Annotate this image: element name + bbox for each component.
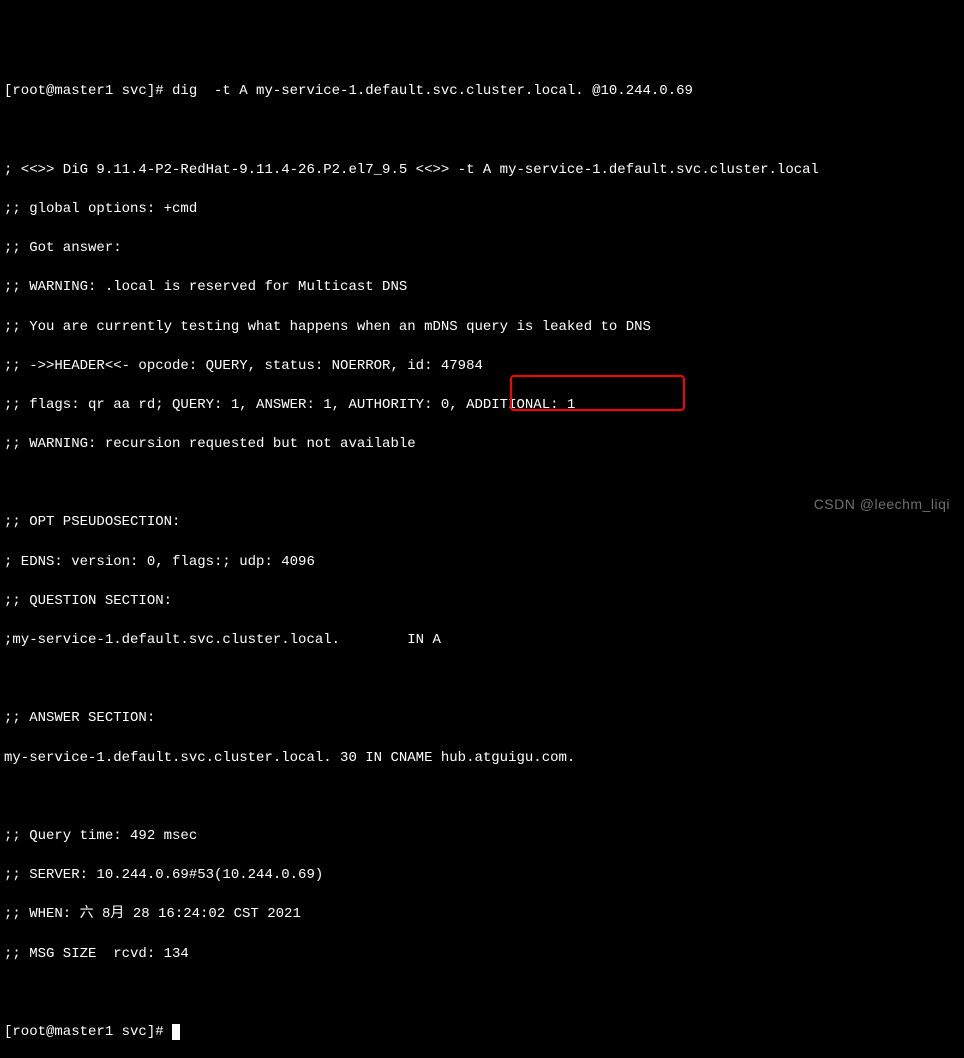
output-line: ;; Got answer:: [4, 239, 960, 259]
command-line-1: [root@master1 svc]# dig -t A my-service-…: [4, 82, 960, 102]
output-line: ;; WARNING: .local is reserved for Multi…: [4, 278, 960, 298]
blank-line: [4, 984, 960, 1004]
output-line: ;; WARNING: recursion requested but not …: [4, 435, 960, 455]
prompt-and-command: [root@master1 svc]# dig -t A my-service-…: [4, 83, 693, 99]
output-line: ;; You are currently testing what happen…: [4, 318, 960, 338]
blank-line: [4, 670, 960, 690]
output-line: ;; SERVER: 10.244.0.69#53(10.244.0.69): [4, 866, 960, 886]
output-line: ;; OPT PSEUDOSECTION:: [4, 513, 960, 533]
output-line: ;; Query time: 492 msec: [4, 827, 960, 847]
blank-line: [4, 788, 960, 808]
output-line: ; <<>> DiG 9.11.4-P2-RedHat-9.11.4-26.P2…: [4, 161, 960, 181]
output-line: ;my-service-1.default.svc.cluster.local.…: [4, 631, 960, 651]
blank-line: [4, 122, 960, 142]
cursor-icon: [172, 1024, 180, 1040]
answer-line: my-service-1.default.svc.cluster.local. …: [4, 749, 960, 769]
output-line: ;; ->>HEADER<<- opcode: QUERY, status: N…: [4, 357, 960, 377]
watermark-text: CSDN @leechm_liqi: [814, 495, 950, 515]
blank-line: [4, 474, 960, 494]
output-line: ;; WHEN: 六 8月 28 16:24:02 CST 2021: [4, 905, 960, 925]
output-line: ;; MSG SIZE rcvd: 134: [4, 945, 960, 965]
output-line: ;; ANSWER SECTION:: [4, 709, 960, 729]
output-line: ;; global options: +cmd: [4, 200, 960, 220]
output-line: ; EDNS: version: 0, flags:; udp: 4096: [4, 553, 960, 573]
command-line-2[interactable]: [root@master1 svc]#: [4, 1023, 960, 1043]
shell-prompt: [root@master1 svc]#: [4, 1024, 172, 1040]
output-line: ;; QUESTION SECTION:: [4, 592, 960, 612]
output-line: ;; flags: qr aa rd; QUERY: 1, ANSWER: 1,…: [4, 396, 960, 416]
